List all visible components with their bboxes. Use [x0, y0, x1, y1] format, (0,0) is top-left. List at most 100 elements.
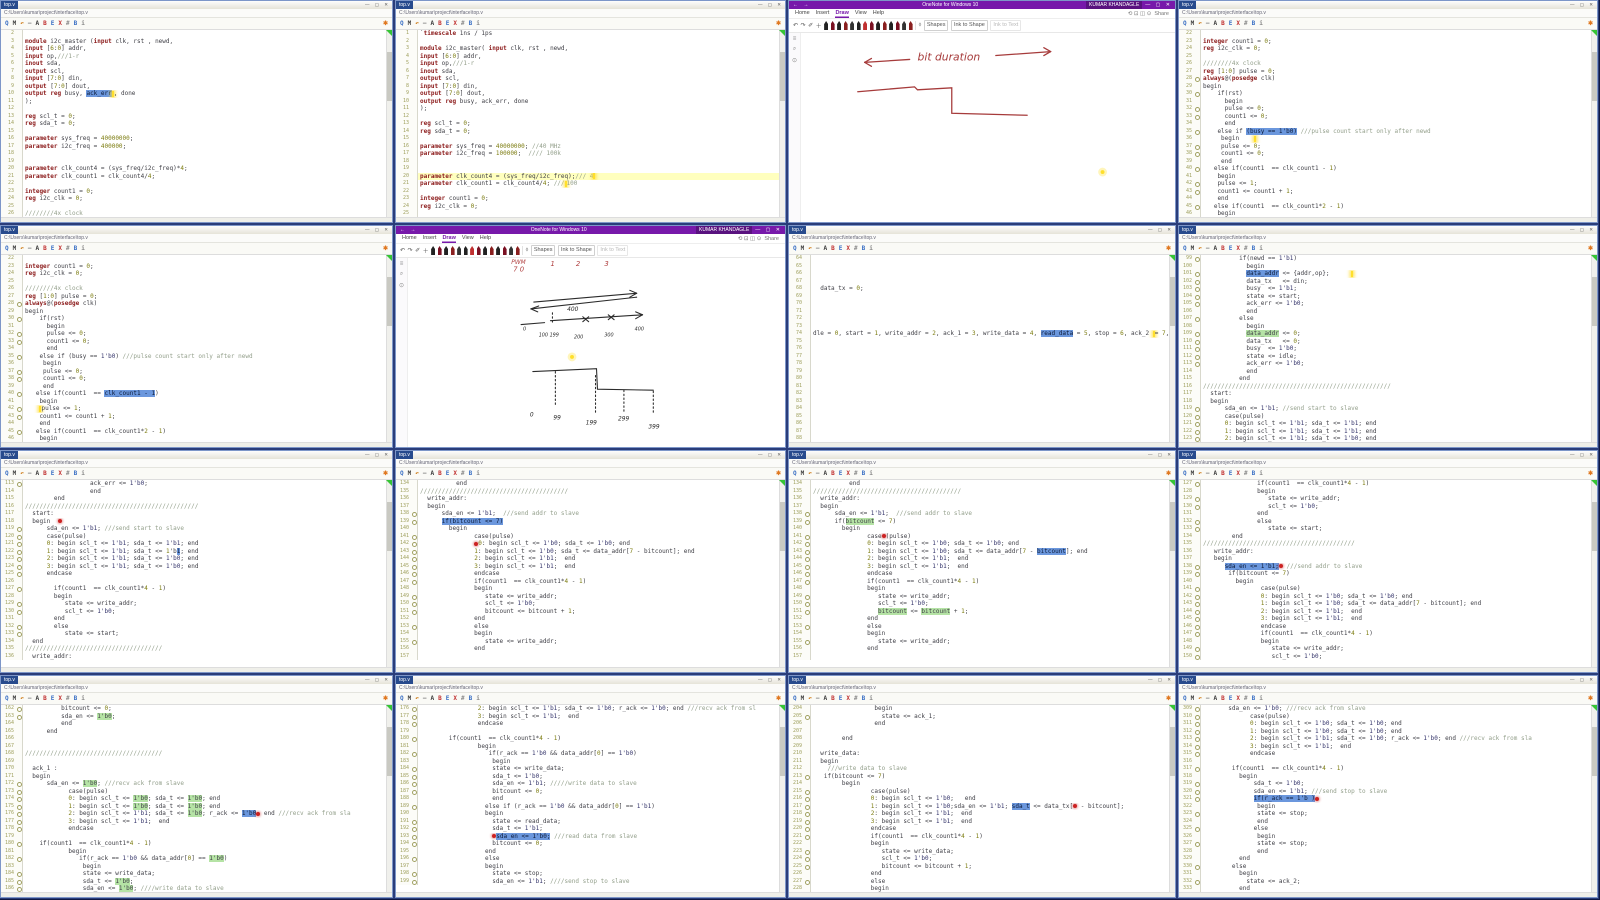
fold-marker[interactable] [804, 375, 811, 383]
code-text[interactable]: count1 <= count1 + 1; [1201, 188, 1592, 196]
code-text[interactable]: if(bitcount <= 7) [1201, 570, 1592, 578]
fold-marker[interactable] [16, 277, 23, 285]
fold-marker[interactable] [16, 547, 23, 555]
code-text[interactable]: state <= stop; [1201, 810, 1592, 818]
code-line[interactable]: 83 [789, 397, 1170, 405]
code-text[interactable]: sda_en <= 1'b0; ///read data from slave [418, 832, 780, 841]
fold-marker[interactable] [16, 262, 23, 270]
code-line[interactable]: 130 scl_t <= 1'b0; [1, 607, 387, 615]
code-line[interactable]: 68 data_tx = 0; [789, 285, 1170, 293]
code-line[interactable]: 9 output [7:0] dout, [1, 82, 387, 90]
eraser-icon[interactable]: ⬨ [919, 22, 922, 29]
code-line[interactable]: 134 end [396, 480, 780, 488]
pen-icon[interactable] [457, 246, 462, 255]
window-controls[interactable]: — ▢ ✕ [1570, 677, 1595, 683]
code-line[interactable]: 107 else [1179, 315, 1592, 323]
fold-marker[interactable] [16, 435, 23, 442]
line-number-icon[interactable]: # [461, 468, 465, 479]
code-line[interactable]: 183 begin [396, 757, 780, 765]
fold-marker[interactable] [804, 427, 811, 435]
info-icon[interactable]: i [1259, 18, 1263, 29]
code-line[interactable]: 331 begin [1179, 870, 1592, 878]
code-line[interactable]: 11); [1, 97, 387, 105]
code-text[interactable]: end [23, 420, 387, 428]
code-text[interactable]: begin [1201, 135, 1592, 143]
code-line[interactable]: 135/////////////////////////////////////… [1, 645, 387, 653]
line-number-icon[interactable]: # [1244, 693, 1248, 704]
macro-icon[interactable]: M [408, 18, 412, 29]
code-text[interactable]: sda_t <= 1'b1; [418, 825, 780, 833]
window-controls[interactable]: — ▢ ✕ [758, 452, 783, 458]
code-line[interactable]: 152 end [396, 615, 780, 623]
fold-marker[interactable] [16, 157, 23, 165]
code-line[interactable]: 184 state <= write_data; [396, 765, 780, 773]
code-text[interactable]: dle = 0, start = 1, write_addr = 2, ack_… [811, 330, 1170, 338]
code-text[interactable] [23, 735, 387, 743]
code-line[interactable]: 9 output [7:0] dout, [396, 90, 780, 98]
code-text[interactable]: integer count1 = 0; [1201, 38, 1592, 46]
code-text[interactable]: count1 <= 0; [1201, 113, 1592, 121]
add-pen-icon[interactable]: ＋ [423, 246, 429, 255]
code-text[interactable]: scl_t <= 1'b0; [1201, 503, 1592, 511]
edit-icon[interactable]: E [1229, 693, 1233, 704]
search-icon[interactable]: Q [1183, 243, 1187, 254]
code-line[interactable]: 171 begin [1, 772, 387, 780]
pen-icon[interactable] [483, 246, 488, 255]
font-icon[interactable]: A [1214, 18, 1218, 29]
fold-marker[interactable] [1194, 142, 1201, 150]
code-text[interactable] [418, 113, 780, 121]
code-line[interactable]: 2 [396, 37, 780, 45]
code-line[interactable]: 204 begin [789, 705, 1170, 713]
fold-marker[interactable] [16, 90, 23, 98]
fold-marker[interactable] [16, 750, 23, 758]
sync-icon[interactable]: ⊙ [399, 282, 404, 289]
info-icon[interactable]: i [476, 468, 480, 479]
code-text[interactable]: sda_en <= 1'b1; ///send stop to slave [1201, 788, 1592, 796]
code-text[interactable]: parameter sys_freq = 40000000; [23, 135, 387, 143]
info-icon[interactable]: i [476, 18, 480, 29]
code-text[interactable]: end [418, 480, 780, 488]
pen-icon[interactable] [476, 246, 481, 255]
code-line[interactable]: 228 begin [789, 885, 1170, 892]
add-pen-icon[interactable]: ＋ [816, 21, 822, 30]
fold-marker[interactable] [16, 150, 23, 158]
code-text[interactable]: begin [811, 503, 1170, 511]
code-text[interactable]: if(r_ack == 1'b0 && data_addr[0] == 1'b0… [23, 855, 387, 863]
close-file-icon[interactable]: X [846, 243, 850, 254]
code-text[interactable]: state <= ack_1; [811, 713, 1170, 721]
ink-to-text-button[interactable]: Ink to Text [990, 20, 1022, 31]
code-line[interactable]: 77 [789, 352, 1170, 361]
code-text[interactable]: integer count1 = 0; [23, 188, 387, 196]
pen-icon[interactable] [856, 21, 861, 30]
undo-icon[interactable]: ↶ [1198, 18, 1202, 29]
code-text[interactable]: 2: begin scl_t <= 1'b1; sda_t <= 1'b0; r… [1201, 735, 1592, 743]
window-controls[interactable]: — ▢ ✕ [365, 227, 390, 233]
divider-icon[interactable]: — [28, 243, 32, 254]
scrollbar-thumb[interactable] [1592, 52, 1597, 102]
code-line[interactable]: 25 [1, 202, 387, 210]
code-line[interactable]: 137 begin [396, 502, 780, 510]
code-line[interactable]: 134 end [1179, 532, 1592, 540]
code-line[interactable]: 12 [396, 112, 780, 121]
code-text[interactable]: case(pulse) [811, 788, 1170, 796]
fold-marker[interactable] [804, 847, 811, 855]
fold-marker[interactable] [1194, 382, 1201, 390]
scrollbar-thumb[interactable] [1592, 727, 1597, 777]
code-text[interactable]: if(rst) [1201, 90, 1592, 98]
code-line[interactable]: 43 count1 <= count1 + 1; [1, 412, 387, 420]
code-text[interactable]: begin [1201, 803, 1592, 811]
fold-marker[interactable] [411, 195, 418, 203]
code-text[interactable] [811, 743, 1170, 751]
code-text[interactable] [811, 353, 1170, 361]
fold-marker[interactable] [16, 172, 23, 180]
code-line[interactable]: 191 state <= read_data; [396, 817, 780, 825]
scrollbar-thumb[interactable] [1592, 277, 1597, 327]
fold-marker[interactable] [411, 840, 418, 848]
fold-marker[interactable] [804, 712, 811, 720]
code-text[interactable]: ////////4x clock [23, 285, 387, 293]
code-line[interactable]: 34 end [1, 345, 387, 353]
fold-marker[interactable] [804, 412, 811, 420]
code-text[interactable]: end [1201, 195, 1592, 203]
code-text[interactable]: always@(posedge clk) [23, 300, 387, 308]
code-text[interactable] [23, 158, 387, 166]
